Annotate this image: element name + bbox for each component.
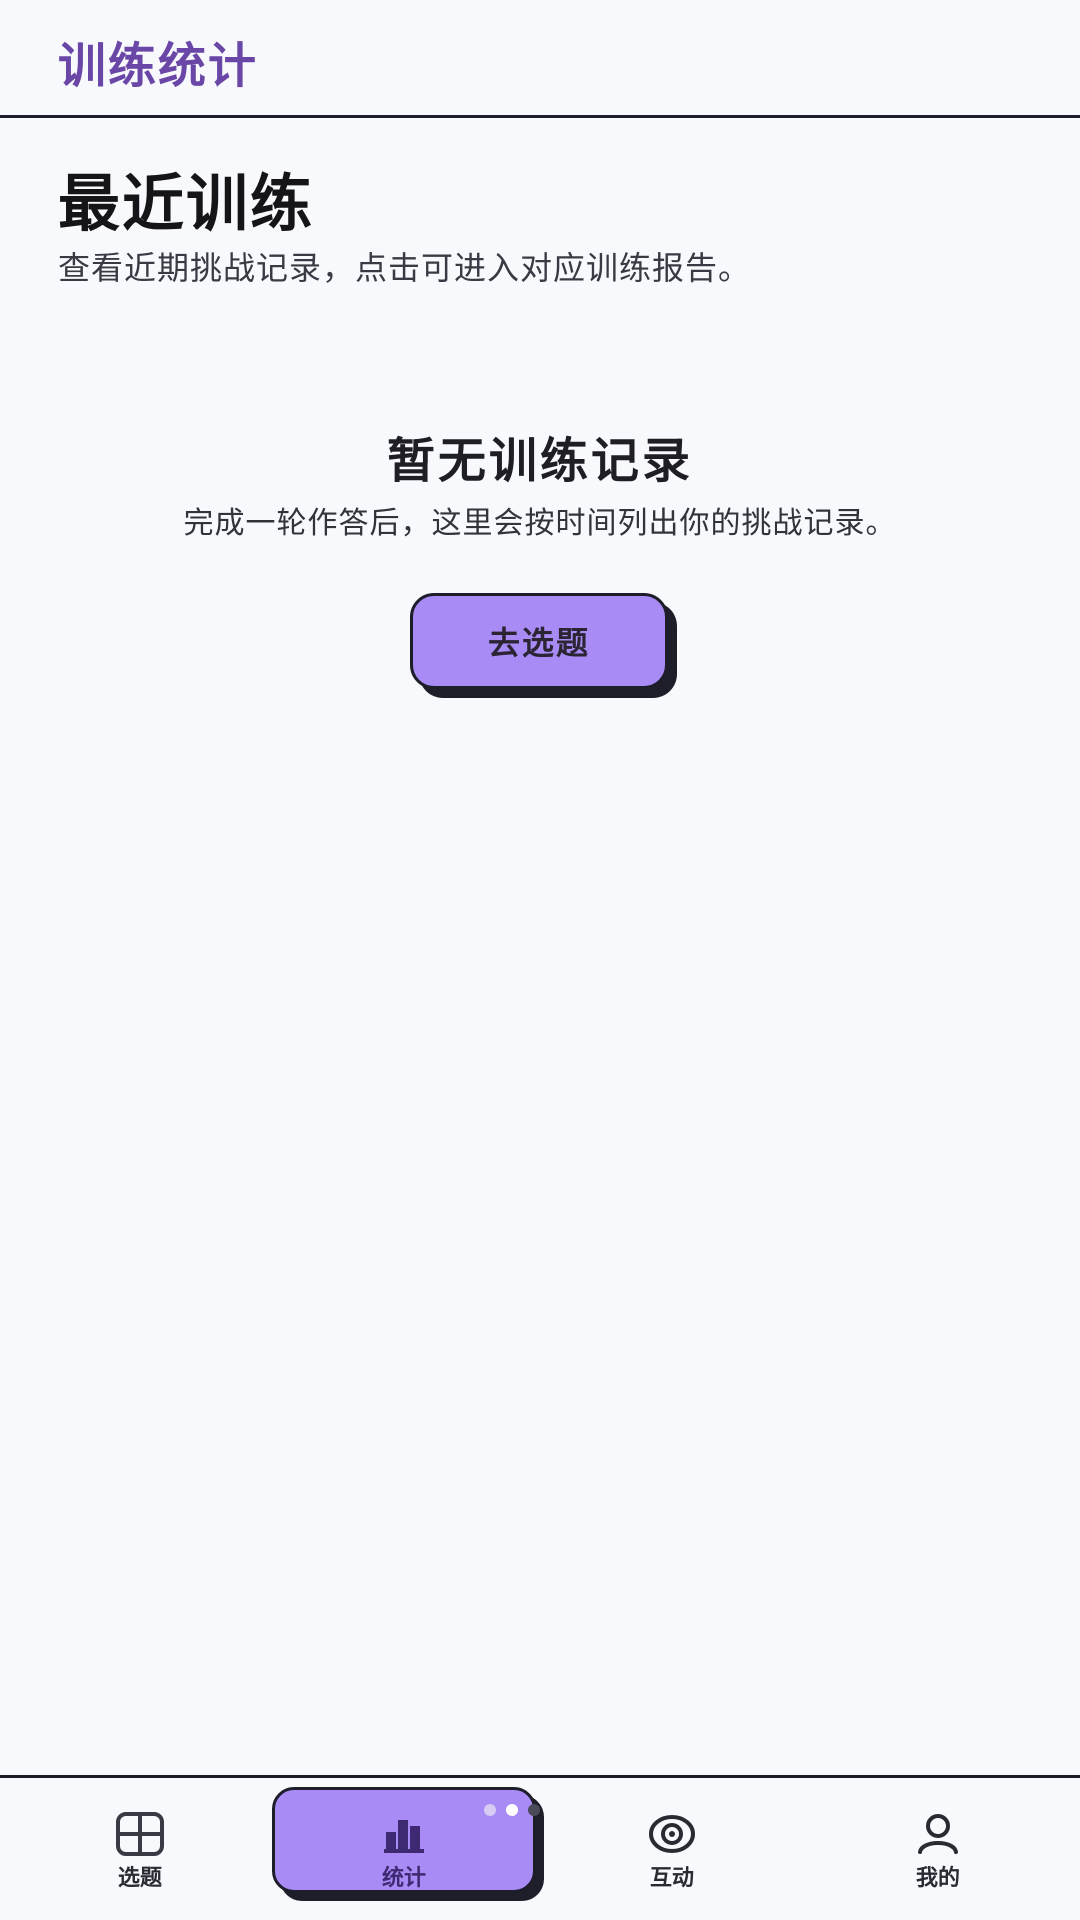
page-title: 训练统计 (58, 38, 259, 94)
grid-icon (114, 1808, 166, 1860)
tab-interact[interactable]: 互动 (572, 1808, 772, 1908)
tab-stats-label: 统计 (381, 1866, 426, 1891)
empty-state-title: 暂无训练记录 (386, 433, 693, 489)
tab-select-label: 选题 (117, 1866, 162, 1891)
app-header: 训练统计 (0, 0, 1080, 118)
tab-mine-label: 我的 (915, 1866, 960, 1891)
page-dot-active (506, 1804, 518, 1816)
page-dot (528, 1804, 540, 1816)
section-title: 最近训练 (58, 167, 315, 240)
eye-icon (646, 1808, 698, 1860)
empty-state-description: 完成一轮作答后，这里会按时间列出你的挑战记录。 (183, 506, 897, 541)
bar-chart-icon (378, 1808, 430, 1860)
tab-stats[interactable]: 统计 (304, 1808, 504, 1908)
tab-interact-label: 互动 (649, 1866, 694, 1891)
tab-select[interactable]: 选题 (40, 1808, 240, 1908)
section-description: 查看近期挑战记录，点击可进入对应训练报告。 (58, 249, 752, 287)
user-icon (912, 1808, 964, 1860)
go-select-button[interactable]: 去选题 (410, 593, 668, 689)
tab-mine[interactable]: 我的 (838, 1808, 1038, 1908)
bottom-tab-bar: 选题 统计 互动 我的 (0, 1775, 1080, 1920)
